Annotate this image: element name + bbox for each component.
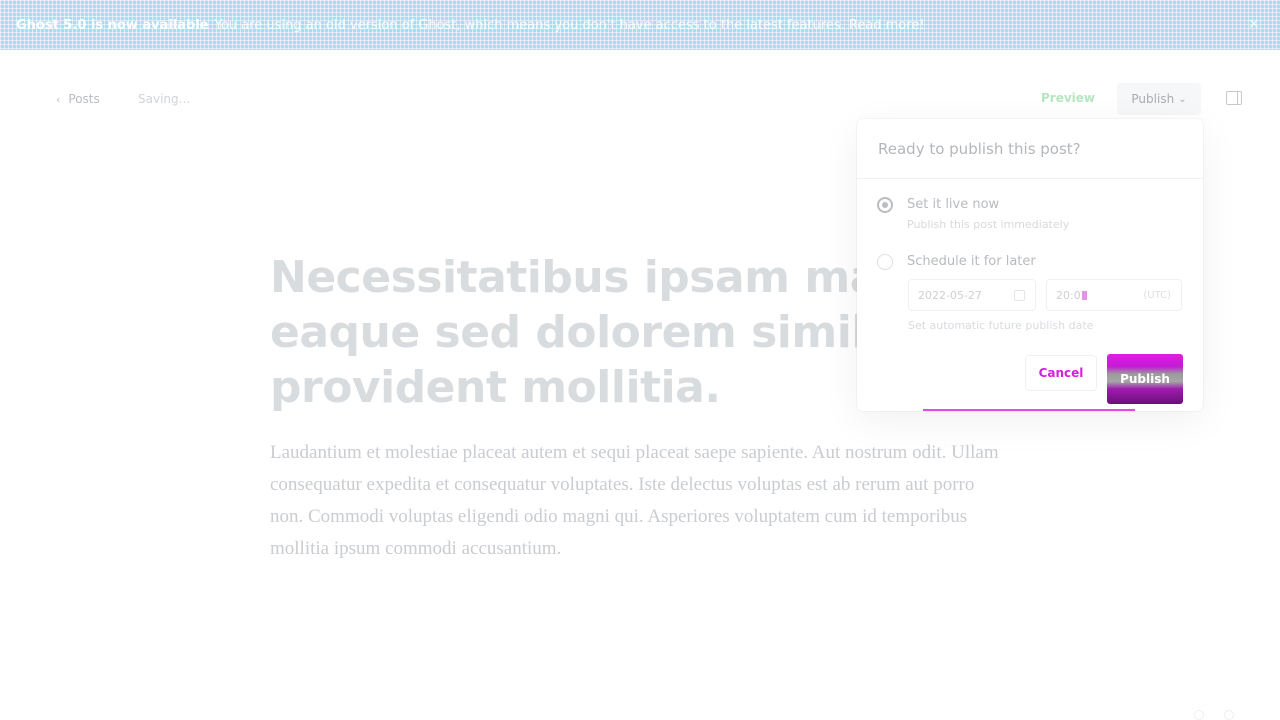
banner-message: You are using an old version of Ghost, w… xyxy=(214,17,845,33)
option-now-title: Set it live now xyxy=(907,197,1000,212)
publish-trigger-label: Publish xyxy=(1131,92,1175,106)
auto-schedule-link[interactable]: Set automatic future publish date xyxy=(908,319,1093,332)
banner-headline: Ghost 5.0 is now available xyxy=(16,17,209,33)
back-to-posts-link[interactable]: ‹ Posts xyxy=(56,91,100,107)
banner-read-more-link[interactable]: Read more! xyxy=(849,18,925,33)
editor-footer-icons xyxy=(1194,710,1234,720)
option-schedule-later[interactable]: Schedule it for later xyxy=(877,253,1036,271)
publish-menu-trigger[interactable]: Publish ⌄ xyxy=(1117,83,1201,115)
option-now-description: Publish this post immediately xyxy=(907,218,1070,231)
timezone-label: (UTC) xyxy=(1143,289,1171,301)
schedule-date-value: 2022-05-27 xyxy=(918,288,982,302)
sidebar-toggle-icon[interactable] xyxy=(1226,91,1242,105)
publish-panel-footer: Cancel Publish xyxy=(1025,354,1183,405)
radio-publish-now[interactable] xyxy=(877,197,893,213)
option-publish-now[interactable]: Set it live now Publish this post immedi… xyxy=(877,196,1069,231)
preview-button[interactable]: Preview xyxy=(1041,91,1095,105)
chevron-left-icon: ‹ xyxy=(56,92,61,106)
text-cursor xyxy=(1081,290,1087,300)
publish-button[interactable]: Publish xyxy=(1107,354,1183,404)
schedule-time-value: 20:0 xyxy=(1056,288,1081,302)
focus-underline xyxy=(923,409,1135,411)
help-icon[interactable] xyxy=(1224,710,1234,720)
back-link-label: Posts xyxy=(68,92,100,106)
calendar-icon[interactable] xyxy=(1014,290,1025,301)
close-icon[interactable]: × xyxy=(1246,16,1262,32)
word-count-icon xyxy=(1194,710,1204,720)
upgrade-banner: Ghost 5.0 is now available You are using… xyxy=(0,0,1280,50)
schedule-date-input[interactable]: 2022-05-27 xyxy=(908,279,1036,311)
chevron-down-icon: ⌄ xyxy=(1178,93,1187,105)
schedule-time-input[interactable]: 20:0 (UTC) xyxy=(1046,279,1182,311)
post-body[interactable]: Laudantium et molestiae placeat autem et… xyxy=(270,437,1010,565)
cancel-button[interactable]: Cancel xyxy=(1025,355,1097,391)
option-later-title: Schedule it for later xyxy=(907,254,1036,269)
save-status: Saving... xyxy=(138,92,191,106)
publish-panel-heading: Ready to publish this post? xyxy=(857,119,1203,179)
radio-schedule-later[interactable] xyxy=(877,254,893,270)
publish-dropdown: Ready to publish this post? Set it live … xyxy=(857,119,1203,411)
